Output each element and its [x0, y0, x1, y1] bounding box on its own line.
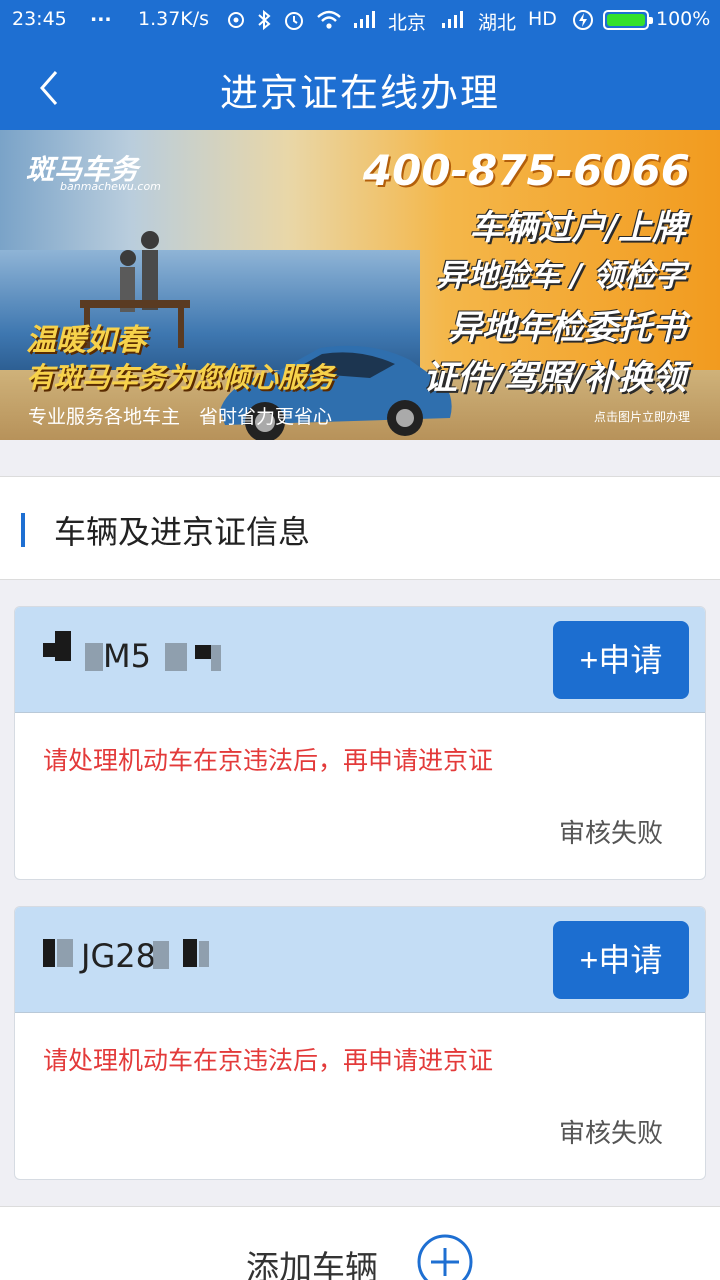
vehicle-card: JG28 +申请 请处理机动车在京违法后，再申请进京证 审核失败 — [14, 906, 706, 1180]
hd-label: HD — [528, 8, 557, 30]
vehicle-card: M5 +申请 请处理机动车在京违法后，再申请进京证 审核失败 — [14, 606, 706, 880]
violation-message: 请处理机动车在京违法后，再申请进京证 — [43, 1046, 494, 1075]
alarm-icon — [285, 12, 303, 30]
plate-redaction — [165, 643, 187, 671]
plate-redaction — [183, 939, 197, 967]
vehicle-card-header: M5 +申请 — [15, 607, 705, 713]
plate-redaction — [211, 645, 221, 671]
network-speed: 1.37K/s — [138, 8, 210, 30]
charging-icon — [573, 10, 593, 30]
vehicle-card-header: JG28 +申请 — [15, 907, 705, 1013]
add-vehicle-bar[interactable]: 添加车辆 — [0, 1206, 720, 1280]
carrier-2: 湖北 — [478, 12, 517, 34]
add-vehicle-label[interactable]: 添加车辆 — [246, 1241, 378, 1280]
plate-redaction — [85, 643, 103, 671]
plate-redaction — [43, 643, 55, 657]
battery-level: 100% — [656, 8, 711, 30]
banner-footer-left: 专业服务各地车主 省时省力更省心 — [28, 406, 333, 428]
plate-redaction — [55, 631, 71, 661]
banner-service-3: 异地年检委托书 — [448, 308, 686, 348]
bluetooth-icon — [258, 9, 271, 31]
plate-redaction — [57, 939, 73, 967]
section-accent-bar — [21, 513, 25, 547]
apply-button[interactable]: +申请 — [553, 621, 689, 699]
review-status: 审核失败 — [558, 819, 663, 849]
add-circle-icon[interactable] — [416, 1233, 474, 1280]
plate-redaction — [199, 941, 209, 967]
battery-icon — [603, 10, 653, 30]
plate-redaction — [195, 645, 211, 659]
top-bar: 23:45 ... 1.37K/s 北京 湖北 HD 100% 进京证在线办理 — [0, 0, 720, 130]
carrier-1: 北京 — [388, 12, 427, 34]
promo-banner[interactable]: 斑马车务 banmachewu.com 400-875-6066 车辆过户/上牌… — [0, 130, 720, 440]
section-title: 车辆及进京证信息 — [54, 513, 311, 551]
section-header: 车辆及进京证信息 — [0, 476, 720, 580]
vehicle-plate: JG28 — [81, 937, 156, 975]
status-time: 23:45 — [12, 8, 67, 30]
banner-slogan-2: 有斑马车务为您倾心服务 — [26, 361, 335, 394]
status-bar: 23:45 ... 1.37K/s 北京 湖北 HD 100% — [0, 0, 720, 40]
banner-phone: 400-875-6066 — [362, 146, 690, 195]
vehicle-plate: M5 — [103, 637, 151, 675]
plate-redaction — [153, 941, 169, 969]
signal-icon-1 — [354, 11, 375, 28]
banner-footer-right: 点击图片立即办理 — [593, 410, 690, 424]
banner-slogan-1: 温暖如春 — [26, 323, 146, 358]
wifi-icon — [317, 10, 341, 29]
banner-logo-url: banmachewu.com — [60, 180, 161, 193]
page-title: 进京证在线办理 — [219, 71, 500, 115]
banner-service-2: 异地验车 / 领检字 — [436, 258, 686, 294]
apply-button[interactable]: +申请 — [553, 921, 689, 999]
sync-icon — [228, 12, 244, 28]
review-status: 审核失败 — [558, 1119, 663, 1149]
banner-service-1: 车辆过户/上牌 — [469, 208, 686, 248]
signal-icon-2 — [442, 11, 463, 28]
status-dots: ... — [90, 4, 112, 26]
banner-service-4: 证件/驾照/补换领 — [423, 358, 686, 398]
plate-redaction — [43, 939, 55, 967]
violation-message: 请处理机动车在京违法后，再申请进京证 — [43, 746, 494, 775]
